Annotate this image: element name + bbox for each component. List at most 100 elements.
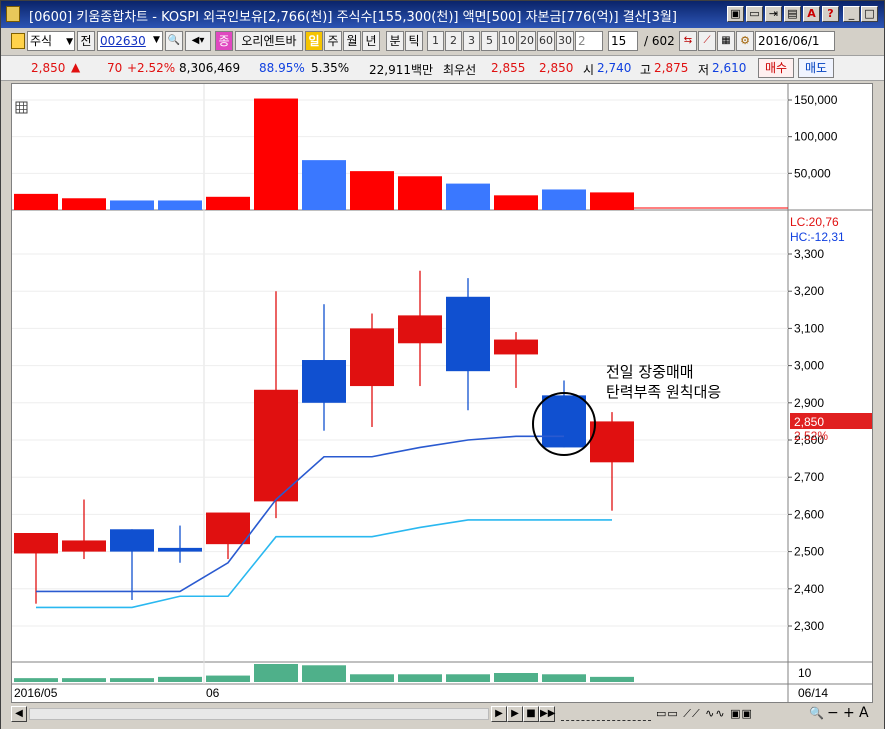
window-icon[interactable]: ▭ [746,6,763,22]
candle-body [206,512,250,545]
candle-body [254,389,298,502]
open-label: 시 [583,63,595,77]
candle-body [14,533,58,554]
sub-indicator-bar [62,678,106,682]
scroll-left-button[interactable]: ◀ [11,706,27,722]
scroll-right-button[interactable]: ▶ [491,706,507,722]
candle-body [158,547,202,552]
tab-minute[interactable]: 분 [386,31,404,51]
date-label-mid: 06 [206,686,220,700]
volume-bar [398,176,442,210]
chart-area[interactable]: 3,300 3,200 3,100 3,000 2,900 2,800 2,700 2,600… [11,83,873,703]
layout-icon[interactable]: ▦ [717,31,735,51]
scroll-bar[interactable]: ◀ ▶ ▶ ■ ▶▶ ▭▭ ⟋⟋ ∿∿ ▣▣ 🔍 − + A [1,703,884,729]
company-name-button[interactable]: 오리엔트바 [235,31,303,51]
count-input[interactable]: 15 [608,31,638,51]
volume-bar [158,200,202,210]
interval-2[interactable]: 2 [445,31,462,51]
tab-day[interactable]: 일 [305,31,323,51]
zoom-in-icon[interactable]: + [843,705,855,721]
tab-week[interactable]: 주 [324,31,342,51]
price-change-pct: +2.52% [127,61,176,75]
annotation-line-2: 탄력부족 원칙대응 [606,383,721,401]
sub-indicator-bar [110,678,154,682]
interval-20[interactable]: 20 [518,31,536,51]
prev-button[interactable]: 전 [77,31,95,51]
play-button[interactable]: ▶ [507,706,523,722]
text-tool-icon[interactable]: A [859,705,869,721]
short-moving-average [36,435,564,593]
moving-average-lines [36,435,612,609]
font-icon[interactable]: A [803,6,820,22]
interval-custom-select[interactable]: 2 [575,31,603,51]
buy-button[interactable]: 매수 [758,58,794,78]
sub-axis-value: 10 [798,666,812,680]
current-price-tag-pct: 2.52% [794,429,828,443]
volume: 8,306,469 [179,61,241,75]
price-tick-label: 2,700 [794,470,824,484]
link-icon[interactable]: ⇥ [765,6,782,22]
sub-indicator-bar [206,675,250,682]
price-tick-label: 2,300 [794,619,824,633]
volume-bar [206,196,250,210]
layout-icon[interactable]: ▣ [727,6,744,22]
price-change: 70 [107,61,123,75]
zoom-out-icon[interactable]: − [827,705,839,721]
print-icon[interactable]: ▤ [784,6,801,22]
tab-tick[interactable]: 틱 [405,31,423,51]
market-select[interactable]: 주식 ▼ [27,31,75,51]
sub-indicator-bars [14,664,634,682]
interval-5[interactable]: 5 [481,31,498,51]
pause-button[interactable]: ■ [523,706,539,722]
zoom-slider[interactable] [561,707,651,721]
scroll-track[interactable] [29,708,489,720]
tab-year[interactable]: 년 [362,31,380,51]
price-tick-label: 2,600 [794,507,824,521]
interval-10[interactable]: 10 [499,31,517,51]
price-tick-label: 3,300 [794,247,824,261]
best-ask: 2,855 [491,61,526,75]
interval-60[interactable]: 60 [537,31,555,51]
current-price: 2,850 [31,61,66,75]
candle-body [590,421,634,463]
up-arrow-icon: ▲ [71,60,81,74]
grid-toggle-icon[interactable] [15,101,28,114]
window-title: [0600] 키움종합차트 - KOSPI 외국인보유[2,766(천)] 주식… [29,10,677,25]
volume-bar [350,171,394,210]
type-badge[interactable]: 종 [215,31,233,51]
sell-button[interactable]: 매도 [798,58,834,78]
best-label: 최우선 [443,63,477,77]
search-icon[interactable]: 🔍 [165,31,183,51]
arrows-icon[interactable]: ⇆ [679,31,697,51]
drawing-tools-icons[interactable]: ▭▭ ⟋⟋ ∿∿ ▣▣ [656,707,753,721]
price-tick-label: 3,100 [794,321,824,335]
chart-line-icon[interactable]: ⟋ [698,31,716,51]
pin-icon[interactable] [11,33,25,49]
date-label-left: 2016/05 [14,686,58,700]
volume-bars [14,98,788,210]
tab-month[interactable]: 월 [343,31,361,51]
current-price-tag-value: 2,850 [794,415,824,429]
price-chart[interactable]: 3,3003,2003,1003,0002,9002,8002,7002,600… [12,84,872,702]
annotation-line-1: 전일 장중매매 [606,363,694,381]
fast-forward-button[interactable]: ▶▶ [539,706,555,722]
chevron-down-icon[interactable]: ▼ [153,35,160,45]
title-bar[interactable]: [0600] 키움종합차트 - KOSPI 외국인보유[2,766(천)] 주식… [1,1,884,28]
interval-30[interactable]: 30 [556,31,574,51]
price-tick-label: 2,500 [794,545,824,559]
volume-tick-label: 50,000 [794,166,831,180]
minimize-button[interactable]: _ [843,6,860,22]
candle-body [398,315,442,344]
speaker-icon[interactable]: ◀▾ [185,31,211,51]
help-icon[interactable]: ? [822,6,839,22]
turnover: 5.35% [311,61,350,75]
gear-icon[interactable]: ⚙ [736,31,754,51]
date-input[interactable]: 2016/06/1 [755,31,835,51]
magnify-icon[interactable]: 🔍 [809,706,824,720]
chart-window: [0600] 키움종합차트 - KOSPI 외국인보유[2,766(천)] 주식… [0,0,885,729]
interval-3[interactable]: 3 [463,31,480,51]
volume-bar [302,160,346,210]
interval-1[interactable]: 1 [427,31,444,51]
low-label: 저 [698,63,710,77]
maximize-button[interactable]: □ [861,6,878,22]
